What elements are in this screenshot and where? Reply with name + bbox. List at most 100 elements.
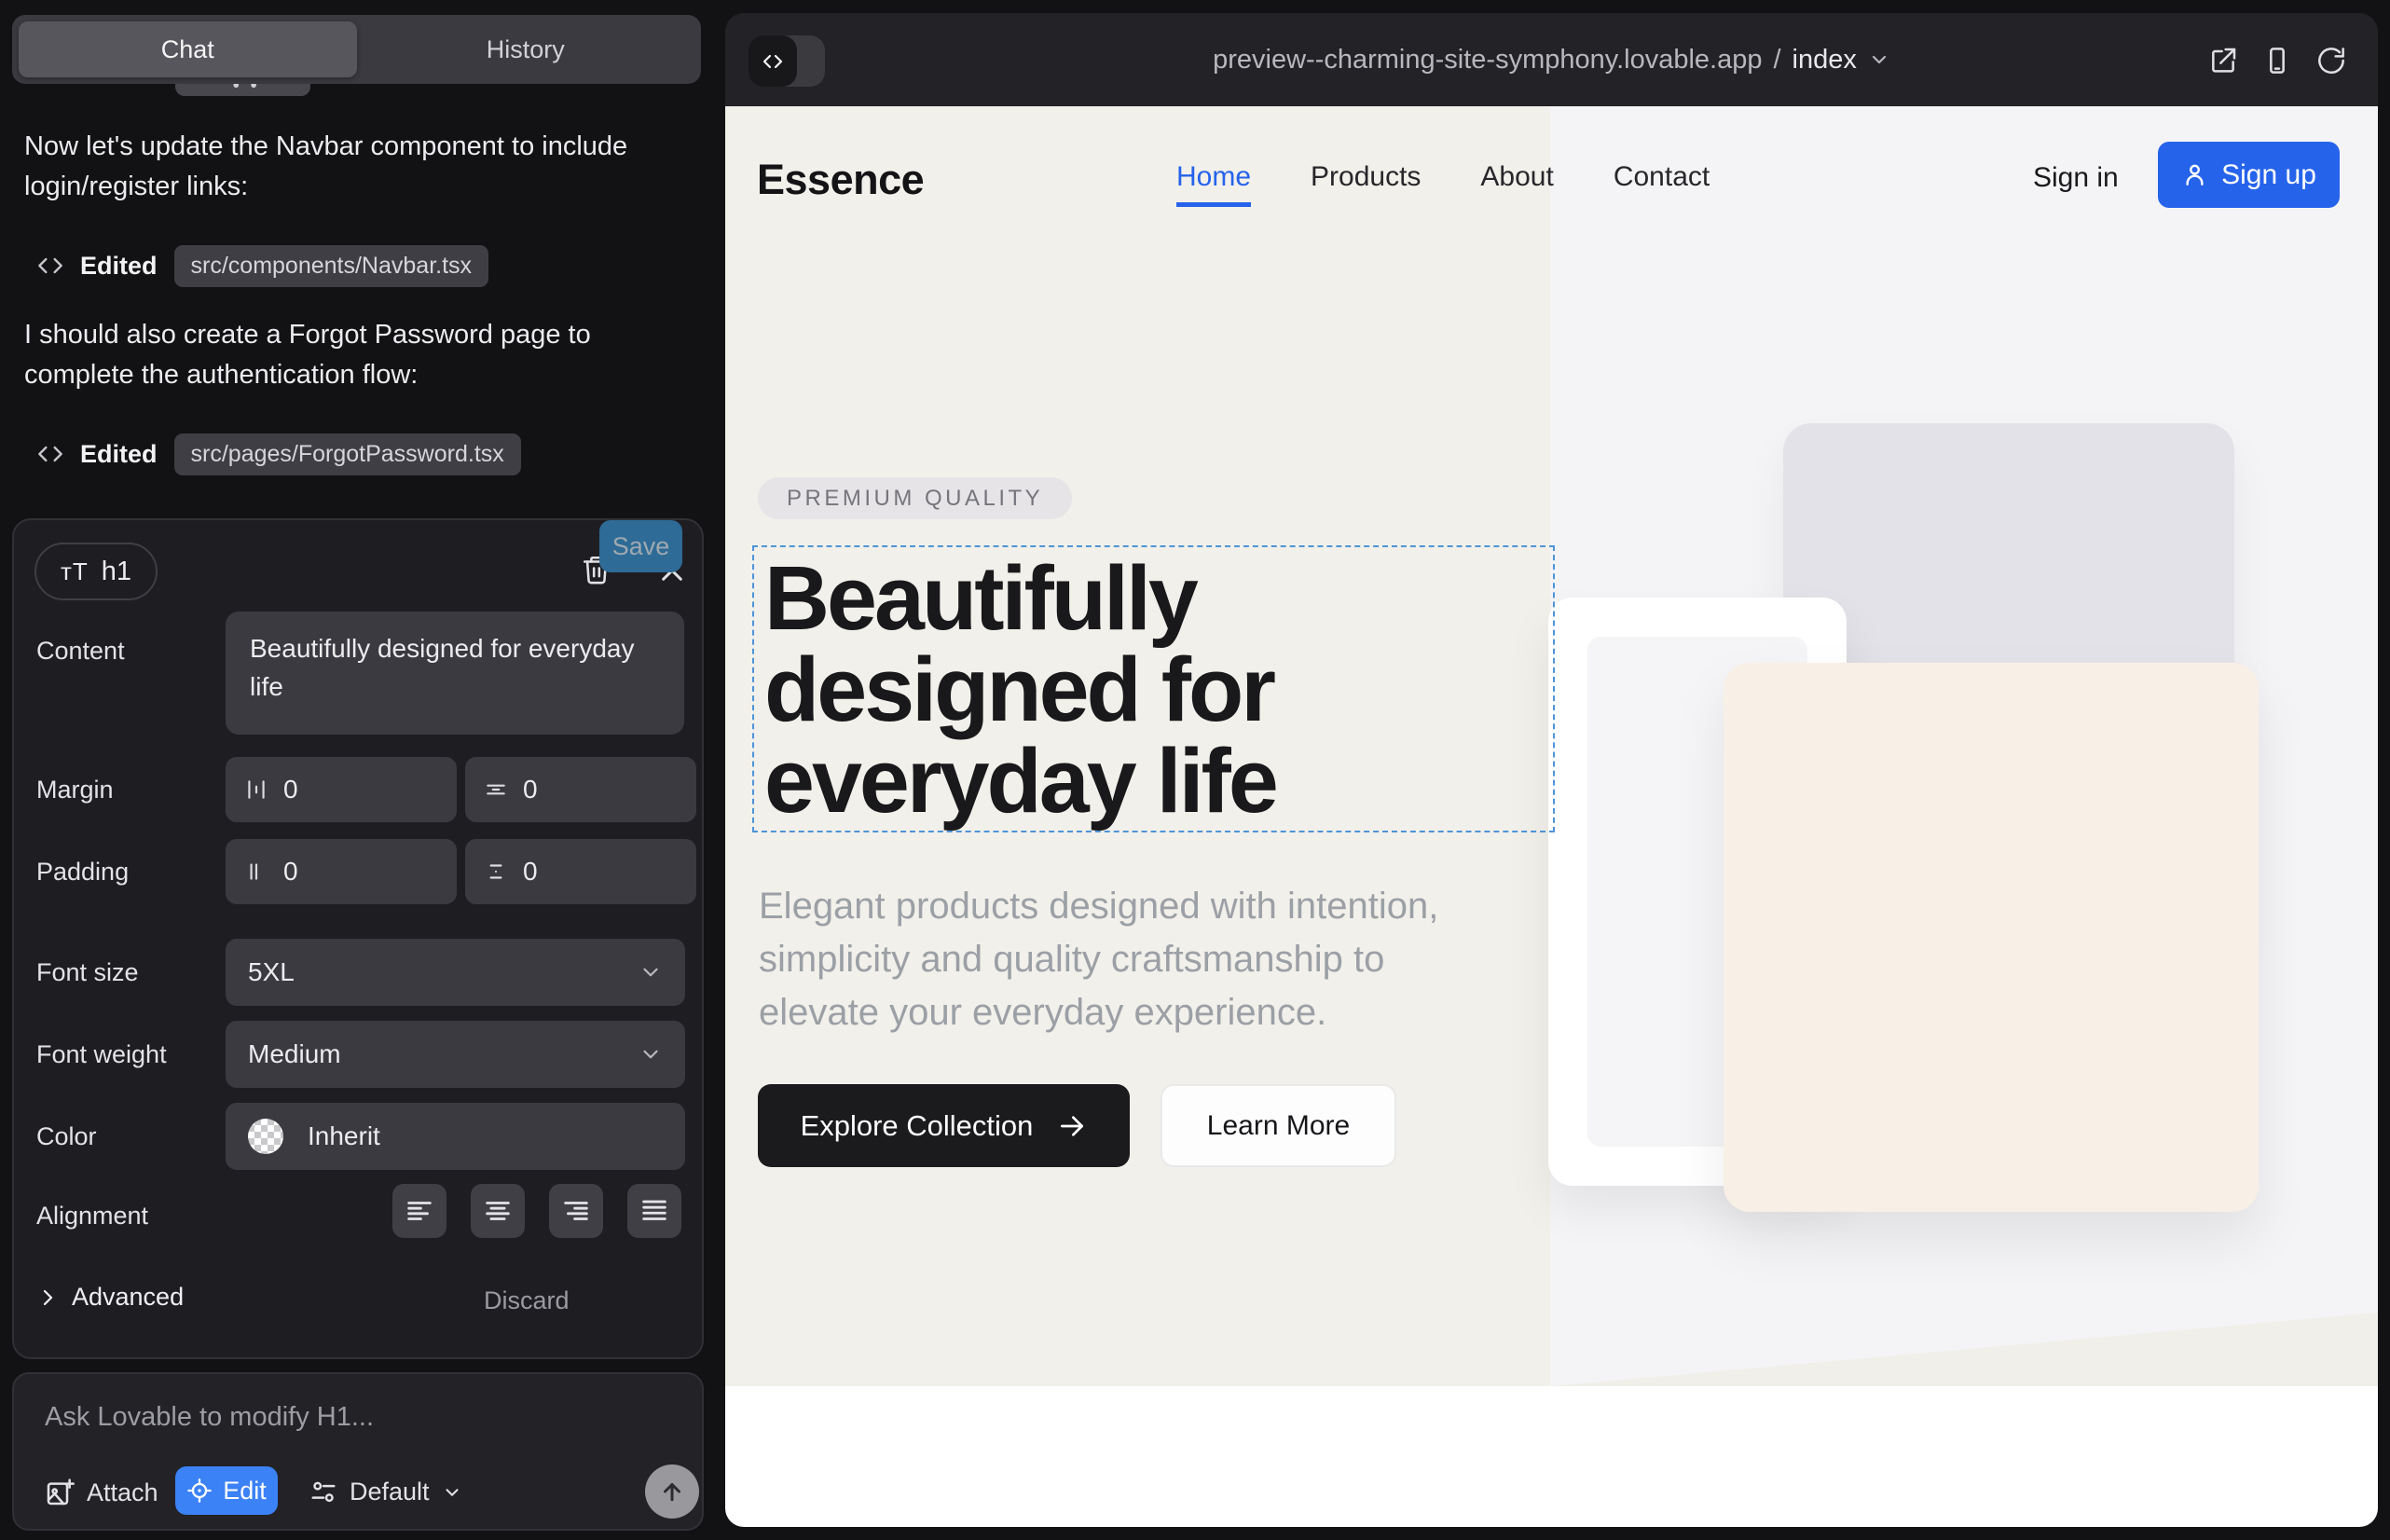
color-value: Inherit xyxy=(308,1121,380,1151)
nav-link-home[interactable]: Home xyxy=(1176,161,1251,207)
save-button[interactable]: Save xyxy=(599,520,682,572)
align-right-button[interactable] xyxy=(549,1184,603,1238)
scrolled-file-chip xyxy=(175,84,310,96)
nav-link-products[interactable]: Products xyxy=(1311,161,1421,207)
site-nav: Home Products About Contact xyxy=(1176,161,1710,207)
margin-y-field[interactable] xyxy=(465,757,696,822)
premium-quality-badge: PREMIUM QUALITY xyxy=(758,477,1072,519)
tab-chat[interactable]: Chat xyxy=(19,21,357,77)
url-bar[interactable]: preview--charming-site-symphony.lovable.… xyxy=(725,13,2378,106)
element-editor-panel: ᴛT h1 Content Beautifully designed for e… xyxy=(12,518,704,1359)
mobile-view-icon[interactable] xyxy=(2262,46,2292,76)
url-page: index xyxy=(1792,45,1857,76)
margin-horizontal-icon xyxy=(244,777,268,802)
decor-card-cream xyxy=(1724,663,2259,1212)
content-input[interactable]: Beautifully designed for everyday life xyxy=(226,612,684,735)
padding-y-field[interactable] xyxy=(465,839,696,904)
chat-composer: Attach Edit Default xyxy=(12,1372,704,1531)
code-icon xyxy=(37,253,63,279)
padding-label: Padding xyxy=(36,858,129,887)
attach-label: Attach xyxy=(87,1478,158,1507)
edit-mode-button[interactable]: Edit xyxy=(175,1466,278,1515)
sign-up-button[interactable]: Sign up xyxy=(2158,142,2340,208)
color-swatch-icon xyxy=(248,1119,283,1154)
tab-history[interactable]: History xyxy=(357,21,695,77)
edited-file-row[interactable]: Edited src/pages/ForgotPassword.tsx xyxy=(37,433,521,475)
explore-collection-label: Explore Collection xyxy=(801,1109,1034,1143)
align-left-icon xyxy=(404,1195,435,1227)
model-default-selector[interactable]: Default xyxy=(309,1478,462,1506)
chevron-right-icon xyxy=(36,1286,59,1309)
chevron-down-icon xyxy=(639,1042,663,1066)
edit-label: Edit xyxy=(223,1477,267,1506)
margin-vertical-icon xyxy=(484,777,508,802)
advanced-toggle[interactable]: Advanced xyxy=(36,1283,184,1312)
selected-element-tag: h1 xyxy=(102,557,131,587)
font-size-value: 5XL xyxy=(248,957,295,987)
hero-heading[interactable]: Beautifully designed for everyday life xyxy=(764,553,1276,827)
align-justify-icon xyxy=(639,1195,670,1227)
file-chip[interactable]: src/components/Navbar.tsx xyxy=(174,245,489,287)
margin-label: Margin xyxy=(36,776,114,804)
chevron-down-icon xyxy=(639,960,663,984)
sign-in-link[interactable]: Sign in xyxy=(2033,162,2119,194)
font-weight-label: Font weight xyxy=(36,1040,167,1069)
preview-browser-frame: preview--charming-site-symphony.lovable.… xyxy=(725,13,2378,1527)
margin-x-field[interactable] xyxy=(226,757,457,822)
font-weight-select[interactable]: Medium xyxy=(226,1021,685,1088)
font-size-label: Font size xyxy=(36,958,139,987)
site-logo[interactable]: Essence xyxy=(757,156,924,204)
margin-y-input[interactable] xyxy=(523,775,616,804)
file-chip[interactable]: src/pages/ForgotPassword.tsx xyxy=(174,433,521,475)
font-size-select[interactable]: 5XL xyxy=(226,939,685,1006)
edited-label: Edited xyxy=(80,440,158,469)
hero-heading-line: Beautifully xyxy=(764,553,1276,644)
typography-icon: ᴛT xyxy=(61,557,89,586)
font-weight-value: Medium xyxy=(248,1039,341,1069)
open-external-icon[interactable] xyxy=(2208,46,2238,76)
align-center-icon xyxy=(482,1195,514,1227)
url-domain: preview--charming-site-symphony.lovable.… xyxy=(1213,45,1762,76)
learn-more-button[interactable]: Learn More xyxy=(1161,1084,1396,1167)
padding-x-field[interactable] xyxy=(226,839,457,904)
edited-label: Edited xyxy=(80,252,158,281)
assistant-message: Now let's update the Navbar component to… xyxy=(24,127,688,207)
nav-link-about[interactable]: About xyxy=(1480,161,1553,207)
chevron-down-icon xyxy=(1868,48,1890,71)
arrow-up-icon xyxy=(658,1478,686,1506)
default-label: Default xyxy=(350,1478,430,1506)
send-button[interactable] xyxy=(645,1464,699,1519)
assistant-message: I should also create a Forgot Password p… xyxy=(24,315,688,395)
chat-history-tabbar: Chat History xyxy=(12,15,701,84)
padding-y-input[interactable] xyxy=(523,857,616,887)
padding-horizontal-icon xyxy=(244,859,268,884)
advanced-label: Advanced xyxy=(72,1283,184,1312)
discard-button[interactable]: Discard xyxy=(484,1286,570,1315)
hero-heading-line: designed for xyxy=(764,644,1276,736)
learn-more-label: Learn More xyxy=(1207,1110,1350,1142)
chevron-down-icon xyxy=(442,1482,462,1503)
align-left-button[interactable] xyxy=(392,1184,446,1238)
align-center-button[interactable] xyxy=(471,1184,525,1238)
color-label: Color xyxy=(36,1122,97,1151)
hero-heading-line: everyday life xyxy=(764,736,1276,827)
nav-link-contact[interactable]: Contact xyxy=(1614,161,1710,207)
attach-image-icon xyxy=(45,1478,75,1507)
code-icon xyxy=(37,441,63,467)
padding-x-input[interactable] xyxy=(283,857,377,887)
hero-paragraph: Elegant products designed with intention… xyxy=(759,880,1460,1038)
refresh-icon[interactable] xyxy=(2316,46,2346,76)
explore-collection-button[interactable]: Explore Collection xyxy=(758,1084,1130,1167)
sign-up-label: Sign up xyxy=(2221,159,2316,191)
url-separator: / xyxy=(1773,45,1780,76)
browser-chrome: preview--charming-site-symphony.lovable.… xyxy=(725,13,2378,106)
content-label: Content xyxy=(36,637,125,666)
attach-button[interactable]: Attach xyxy=(45,1478,158,1507)
margin-x-input[interactable] xyxy=(283,775,377,804)
arrow-right-icon xyxy=(1057,1111,1087,1141)
color-select[interactable]: Inherit xyxy=(226,1103,685,1170)
edited-file-row[interactable]: Edited src/components/Navbar.tsx xyxy=(37,244,488,287)
chat-input[interactable] xyxy=(45,1402,623,1454)
align-justify-button[interactable] xyxy=(627,1184,681,1238)
alignment-label: Alignment xyxy=(36,1202,148,1231)
